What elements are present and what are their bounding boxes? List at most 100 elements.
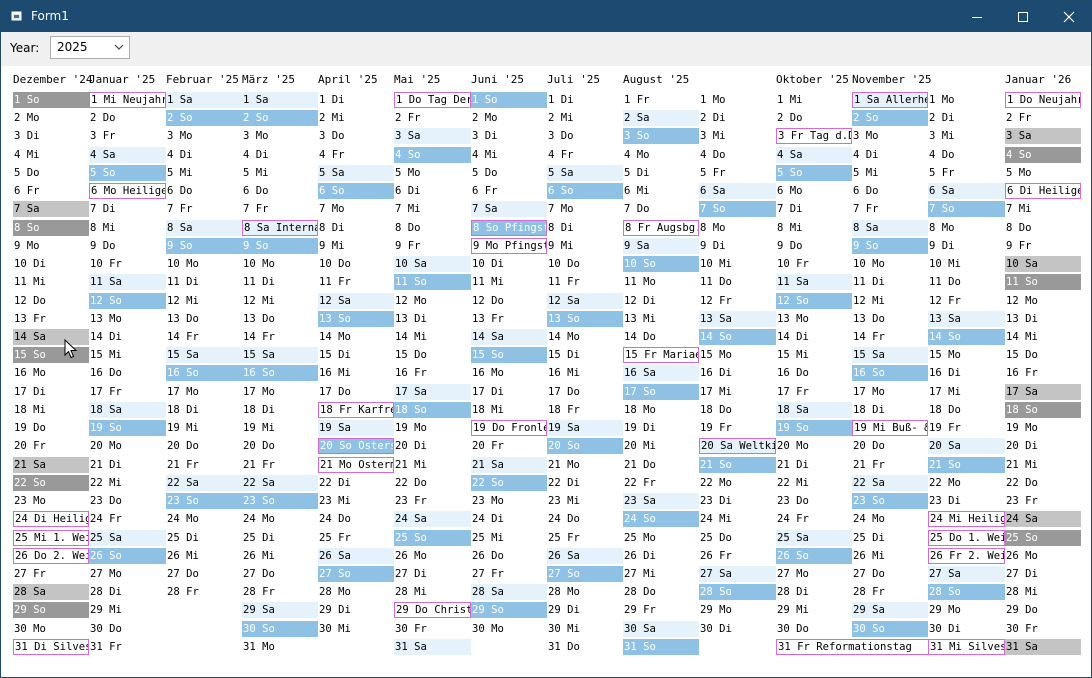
holiday-day-cell[interactable]: 1 Do Neujahr: [1005, 92, 1081, 108]
day-cell[interactable]: 17 Di: [471, 384, 547, 400]
day-cell[interactable]: 16 Mi: [318, 365, 394, 381]
day-cell[interactable]: 26 Do: [471, 548, 547, 564]
day-cell[interactable]: 15 Mi: [776, 347, 852, 363]
day-cell[interactable]: 12 Fr: [699, 293, 776, 309]
day-cell[interactable]: 10 Do: [547, 256, 623, 272]
day-cell[interactable]: 24 Mo: [852, 511, 928, 527]
day-cell[interactable]: 16 So: [852, 365, 928, 382]
day-cell[interactable]: 10 Mi: [699, 256, 776, 272]
day-cell[interactable]: 7 Sa: [471, 201, 547, 218]
day-cell[interactable]: 25 Mi: [471, 530, 547, 546]
day-cell[interactable]: 28 Mo: [547, 584, 623, 600]
day-cell[interactable]: 17 Mo: [852, 384, 928, 400]
holiday-day-cell[interactable]: 20 So Osterso: [318, 438, 394, 455]
day-cell[interactable]: 14 Fr: [166, 329, 242, 345]
day-cell[interactable]: 12 Di: [623, 293, 699, 309]
day-cell[interactable]: 10 Mi: [928, 256, 1005, 272]
day-cell[interactable]: 17 Sa: [1005, 383, 1081, 400]
day-cell[interactable]: 4 Di: [852, 147, 928, 163]
day-cell[interactable]: 7 Mo: [547, 201, 623, 217]
day-cell[interactable]: 28 Mo: [318, 584, 394, 600]
day-cell[interactable]: 19 Mi: [166, 420, 242, 436]
day-cell[interactable]: 4 Mi: [13, 147, 89, 163]
day-cell[interactable]: 20 Fr: [471, 438, 547, 454]
day-cell[interactable]: 11 Di: [242, 274, 318, 290]
holiday-day-cell[interactable]: 8 Sa Internati: [242, 219, 318, 236]
day-cell[interactable]: 17 Sa: [394, 383, 471, 400]
day-cell[interactable]: 9 So: [852, 237, 928, 254]
day-cell[interactable]: 23 Fr: [1005, 493, 1081, 509]
day-cell[interactable]: 13 Do: [852, 311, 928, 327]
day-cell[interactable]: 14 Mi: [394, 329, 471, 345]
day-cell[interactable]: 22 Mi: [776, 475, 852, 491]
day-cell[interactable]: 18 Di: [852, 402, 928, 418]
day-cell[interactable]: 4 Di: [242, 147, 318, 163]
day-cell[interactable]: 11 Di: [852, 274, 928, 290]
day-cell[interactable]: 13 Mi: [623, 311, 699, 327]
day-cell[interactable]: 3 Di: [13, 128, 89, 144]
day-cell[interactable]: 14 Mo: [318, 329, 394, 345]
day-cell[interactable]: 5 Mi: [852, 165, 928, 181]
day-cell[interactable]: 23 Mi: [547, 493, 623, 509]
day-cell[interactable]: 2 Mo: [471, 110, 547, 126]
day-cell[interactable]: 10 So: [623, 256, 699, 273]
day-cell[interactable]: 8 Mo: [699, 220, 776, 236]
day-cell[interactable]: 21 Fr: [166, 457, 242, 473]
day-cell[interactable]: 2 Mo: [13, 110, 89, 126]
day-cell[interactable]: 29 Sa: [852, 602, 928, 619]
day-cell[interactable]: 11 Mo: [623, 274, 699, 290]
day-cell[interactable]: 25 Di: [242, 530, 318, 546]
day-cell[interactable]: 14 Do: [623, 329, 699, 345]
day-cell[interactable]: 21 Sa: [471, 456, 547, 473]
day-cell[interactable]: 27 Sa: [928, 565, 1005, 582]
day-cell[interactable]: 27 Sa: [699, 565, 776, 582]
day-cell[interactable]: 22 Sa: [242, 474, 318, 491]
day-cell[interactable]: 6 Sa: [699, 183, 776, 200]
day-cell[interactable]: 9 Sa: [623, 237, 699, 254]
day-cell[interactable]: 11 Sa: [89, 274, 166, 291]
day-cell[interactable]: 29 So: [13, 602, 89, 619]
day-cell[interactable]: 7 Di: [89, 201, 166, 217]
day-cell[interactable]: 11 Di: [166, 274, 242, 290]
day-cell[interactable]: 13 So: [547, 310, 623, 327]
day-cell[interactable]: 22 Sa: [852, 474, 928, 491]
day-cell[interactable]: 31 So: [623, 638, 699, 655]
day-cell[interactable]: 11 Sa: [776, 274, 852, 291]
day-cell[interactable]: 17 Mi: [699, 384, 776, 400]
day-cell[interactable]: 30 Sa: [623, 620, 699, 637]
close-button[interactable]: [1046, 1, 1091, 32]
holiday-day-cell[interactable]: 20 Sa Weltkin: [699, 438, 776, 455]
day-cell[interactable]: 28 Mi: [394, 584, 471, 600]
day-cell[interactable]: 21 Di: [89, 457, 166, 473]
day-cell[interactable]: 9 Fr: [394, 238, 471, 254]
day-cell[interactable]: 16 So: [242, 365, 318, 382]
day-cell[interactable]: 1 So: [471, 92, 547, 108]
day-cell[interactable]: 7 Do: [623, 201, 699, 217]
day-cell[interactable]: 5 So: [776, 164, 852, 181]
day-cell[interactable]: 23 Fr: [394, 493, 471, 509]
day-cell[interactable]: 3 Mi: [928, 128, 1005, 144]
day-cell[interactable]: 4 Do: [699, 147, 776, 163]
day-cell[interactable]: 23 Mo: [13, 493, 89, 509]
day-cell[interactable]: 26 Sa: [318, 547, 394, 564]
day-cell[interactable]: 3 So: [623, 128, 699, 145]
holiday-day-cell[interactable]: 21 Mo Osterm: [318, 456, 394, 473]
holiday-day-cell[interactable]: 25 Mi 1. Weih: [13, 529, 89, 546]
day-cell[interactable]: 6 Di: [394, 183, 471, 199]
day-cell[interactable]: 22 Mo: [928, 475, 1005, 491]
day-cell[interactable]: 29 So: [471, 602, 547, 619]
day-cell[interactable]: 23 So: [242, 493, 318, 510]
holiday-day-cell[interactable]: 24 Di Heiliga: [13, 511, 89, 528]
day-cell[interactable]: 23 Di: [699, 493, 776, 509]
day-cell[interactable]: 26 Mo: [1005, 548, 1081, 564]
day-cell[interactable]: 26 So: [776, 547, 852, 564]
day-cell[interactable]: 29 Mo: [699, 602, 776, 618]
minimize-button[interactable]: [954, 1, 1000, 32]
day-cell[interactable]: 12 Mo: [1005, 293, 1081, 309]
day-cell[interactable]: 18 So: [1005, 401, 1081, 418]
day-cell[interactable]: 7 Fr: [166, 201, 242, 217]
day-cell[interactable]: 25 Fr: [318, 530, 394, 546]
day-cell[interactable]: 14 Fr: [852, 329, 928, 345]
day-cell[interactable]: 16 Di: [699, 365, 776, 381]
day-cell[interactable]: 11 So: [1005, 274, 1081, 291]
